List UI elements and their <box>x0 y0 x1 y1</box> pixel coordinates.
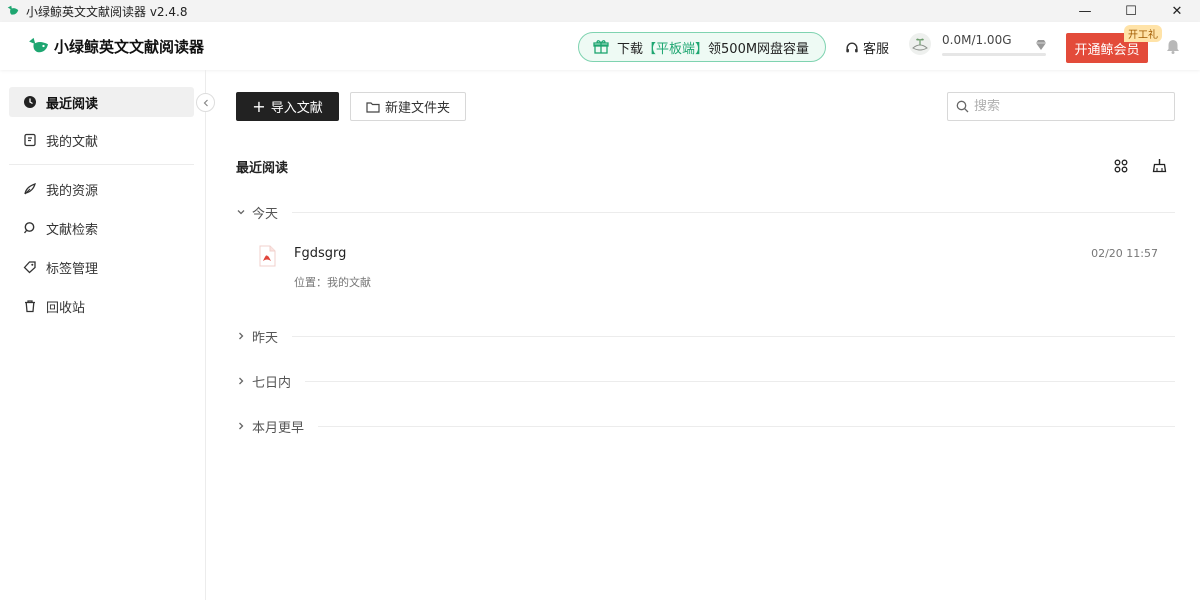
sidebar-item-label: 最近阅读 <box>46 96 99 112</box>
chevron-down-icon <box>237 210 245 215</box>
trash-icon <box>25 300 35 313</box>
storage-indicator[interactable]: 0.0M/1.00G <box>908 32 1046 56</box>
pdf-icon <box>259 245 276 267</box>
diamond-icon[interactable] <box>1035 39 1047 51</box>
file-location: 位置：我的文献 <box>294 276 371 289</box>
sidebar-item-label: 文献检索 <box>46 222 99 238</box>
file-date: 02/20 11:57 <box>1091 247 1158 260</box>
brand[interactable]: 小绿鲸英文文献阅读器 <box>28 36 204 57</box>
promo-highlight: 【平板端】 <box>643 41 709 57</box>
import-document-button[interactable]: + 导入文献 <box>236 92 339 121</box>
folder-icon <box>366 101 380 113</box>
grid-view-icon[interactable] <box>1114 159 1128 173</box>
group-divider <box>292 211 1175 213</box>
group-label: 今天 <box>252 206 279 222</box>
promo-suffix: 领500M网盘容量 <box>708 41 810 57</box>
window-controls: — ☐ ✕ <box>1062 0 1200 22</box>
group-seven-days[interactable]: 七日内 <box>236 371 1175 391</box>
new-folder-button[interactable]: 新建文件夹 <box>350 92 466 121</box>
customer-service-label: 客服 <box>863 42 890 57</box>
sidebar-item-tags[interactable]: 标签管理 <box>9 252 194 282</box>
storage-meter: 0.0M/1.00G <box>942 33 1046 56</box>
group-today[interactable]: 今天 <box>236 202 1175 222</box>
app-header: 小绿鲸英文文献阅读器 下载【平板端】领500M网盘容量 客服 0.0M/1.00… <box>0 22 1200 70</box>
clock-icon <box>24 96 36 108</box>
headset-icon <box>846 42 858 52</box>
sidebar-item-search[interactable]: 文献检索 <box>9 213 194 243</box>
whale-logo-icon <box>29 37 48 53</box>
new-folder-label: 新建文件夹 <box>384 101 450 116</box>
sidebar-item-label: 我的文献 <box>46 134 99 150</box>
file-row[interactable]: Fgdsgrg 位置：我的文献 02/20 11:57 <box>256 243 1166 293</box>
title-bar: 小绿鲸英文文献阅读器 v2.4.8 — ☐ ✕ <box>0 0 1200 22</box>
tag-icon <box>23 261 36 274</box>
sidebar: 最近阅读 我的文献 我的资源 文献检索 标签管理 回收站 <box>0 70 215 600</box>
promo-text: 下载【平板端】领500M网盘容量 <box>617 38 809 57</box>
sidebar-item-recent[interactable]: 最近阅读 <box>9 87 194 117</box>
group-divider <box>305 380 1175 382</box>
bell-icon[interactable] <box>1166 39 1180 54</box>
group-label: 昨天 <box>252 330 279 346</box>
chevron-right-icon <box>239 377 244 385</box>
maximize-button[interactable]: ☐ <box>1108 0 1154 22</box>
customer-service-button[interactable]: 客服 <box>845 38 889 57</box>
feather-icon <box>24 182 36 195</box>
import-label: 导入文献 <box>270 101 323 116</box>
chevron-right-icon <box>239 332 244 340</box>
storage-bar <box>942 52 1046 56</box>
section-title: 最近阅读 <box>236 161 289 176</box>
promo-banner[interactable]: 下载【平板端】领500M网盘容量 <box>578 32 826 62</box>
minimize-button[interactable]: — <box>1062 0 1108 22</box>
sidebar-item-my-docs[interactable]: 我的文献 <box>9 125 194 155</box>
brand-name: 小绿鲸英文文献阅读器 <box>54 37 205 56</box>
group-divider <box>292 335 1175 337</box>
sidebar-item-trash[interactable]: 回收站 <box>9 291 194 321</box>
search-input[interactable] <box>974 99 1164 114</box>
sidebar-item-my-resources[interactable]: 我的资源 <box>9 174 194 204</box>
sidebar-item-label: 回收站 <box>46 300 86 316</box>
search-box[interactable] <box>947 92 1175 121</box>
group-earlier-this-month[interactable]: 本月更早 <box>236 416 1175 436</box>
chevron-left-icon <box>203 99 208 106</box>
search-icon <box>956 100 969 113</box>
document-icon <box>24 133 36 147</box>
group-label: 七日内 <box>252 375 292 391</box>
app-logo-icon <box>7 5 19 15</box>
chevron-right-icon <box>239 422 244 430</box>
group-label: 本月更早 <box>252 420 305 436</box>
storage-text: 0.0M/1.00G <box>942 32 1012 47</box>
sidebar-collapse-button[interactable] <box>196 93 215 112</box>
vip-gift-badge: 开工礼 <box>1124 25 1162 42</box>
search-icon <box>23 222 35 234</box>
file-name: Fgdsgrg <box>294 246 347 261</box>
window-title: 小绿鲸英文文献阅读器 v2.4.8 <box>26 4 188 19</box>
broom-icon[interactable] <box>1152 158 1167 173</box>
gift-icon <box>593 40 609 54</box>
plant-avatar-icon <box>909 33 931 55</box>
group-yesterday[interactable]: 昨天 <box>236 326 1175 346</box>
close-button[interactable]: ✕ <box>1154 0 1200 22</box>
sidebar-divider <box>9 164 194 165</box>
sidebar-item-label: 我的资源 <box>46 183 99 199</box>
sidebar-item-label: 标签管理 <box>46 261 99 277</box>
promo-prefix: 下载 <box>617 41 644 57</box>
group-divider <box>318 425 1175 427</box>
plus-icon: + <box>252 96 266 116</box>
